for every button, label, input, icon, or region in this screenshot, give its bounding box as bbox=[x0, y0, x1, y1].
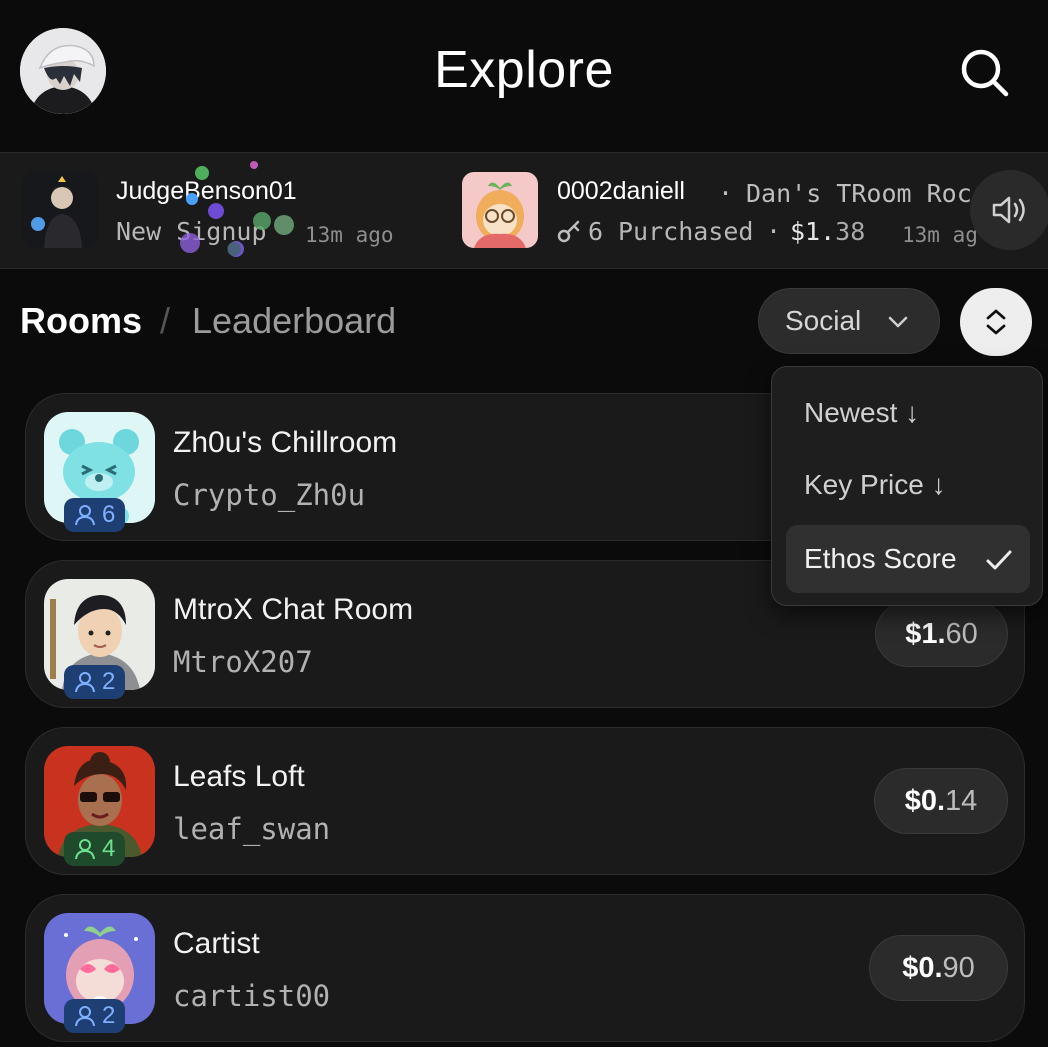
room-owner: leaf_swan bbox=[173, 812, 331, 846]
ticker-time: 13m ag bbox=[902, 223, 978, 247]
ticker-price-cents: 38 bbox=[835, 217, 866, 246]
sort-option-newest[interactable]: Newest ↓ bbox=[786, 379, 1030, 447]
sound-toggle-button[interactable] bbox=[970, 170, 1048, 250]
price-cents: 14 bbox=[945, 784, 978, 817]
member-count: 6 bbox=[102, 501, 116, 528]
key-icon bbox=[557, 220, 580, 243]
member-count-badge: 2 bbox=[64, 665, 126, 699]
member-count: 2 bbox=[102, 668, 116, 695]
breadcrumb-separator: / bbox=[160, 300, 171, 341]
category-filter-label: Social bbox=[785, 305, 862, 336]
room-card[interactable]: 4 Leafs Loft leaf_swan $0. 14 bbox=[25, 727, 1025, 875]
key-price-button[interactable]: $0. 14 bbox=[874, 768, 1008, 834]
ticker-avatar-image bbox=[462, 172, 538, 248]
room-title: Leafs Loft bbox=[173, 760, 305, 793]
person-icon bbox=[75, 672, 95, 693]
sort-icon bbox=[986, 309, 1006, 335]
key-price-button[interactable]: $1. 60 bbox=[875, 601, 1008, 667]
price-dollar: $0. bbox=[902, 951, 943, 984]
person-icon bbox=[75, 839, 95, 860]
top-bar: Explore bbox=[0, 0, 1048, 152]
search-icon bbox=[961, 49, 1009, 97]
price-dollar: $1. bbox=[905, 617, 946, 650]
ticker-key-count: 6 bbox=[588, 217, 604, 246]
person-icon bbox=[75, 505, 95, 526]
member-count-badge: 6 bbox=[64, 498, 126, 532]
speaker-icon bbox=[992, 196, 1025, 224]
activity-ticker: JudgeBenson01 New Signup 13m ago 0002dan… bbox=[0, 152, 1048, 269]
member-count-badge: 4 bbox=[64, 832, 126, 866]
room-owner: Crypto_Zh0u bbox=[173, 478, 366, 512]
ticker-time: 13m ago bbox=[305, 223, 394, 247]
sort-button[interactable] bbox=[960, 288, 1032, 356]
member-count: 4 bbox=[102, 835, 116, 862]
ticker-action: Purchased bbox=[618, 217, 754, 246]
tab-rooms[interactable]: Rooms bbox=[20, 300, 142, 342]
ticker-username[interactable]: 0002daniell bbox=[557, 177, 685, 206]
sort-option-key-price[interactable]: Key Price ↓ bbox=[786, 451, 1030, 519]
ticker-avatar[interactable] bbox=[22, 172, 98, 248]
ticker-price-dollar: $1. bbox=[790, 217, 836, 246]
chevron-down-icon bbox=[888, 316, 908, 328]
sort-option-label: Key Price ↓ bbox=[804, 469, 946, 500]
ticker-avatar[interactable] bbox=[462, 172, 538, 248]
search-button[interactable] bbox=[956, 44, 1014, 102]
room-owner: MtroX207 bbox=[173, 645, 313, 679]
member-count-badge: 2 bbox=[64, 999, 126, 1033]
room-title: MtroX Chat Room bbox=[173, 593, 414, 626]
sort-option-ethos-score[interactable]: Ethos Score bbox=[786, 525, 1030, 593]
confetti-decoration bbox=[180, 161, 294, 257]
price-cents: 60 bbox=[945, 617, 978, 650]
check-icon bbox=[986, 550, 1012, 570]
sort-option-label: Newest ↓ bbox=[804, 397, 920, 428]
category-filter-dropdown[interactable]: Social bbox=[758, 288, 940, 354]
room-title: Cartist bbox=[173, 927, 260, 960]
room-owner: cartist00 bbox=[173, 979, 331, 1013]
ticker-separator-dot: · bbox=[766, 217, 782, 246]
member-count: 2 bbox=[102, 1002, 116, 1029]
sort-option-label: Ethos Score bbox=[804, 543, 957, 574]
price-dollar: $0. bbox=[904, 784, 946, 817]
person-icon bbox=[75, 1006, 95, 1027]
ticker-avatar-image bbox=[22, 172, 98, 248]
ticker-room-name[interactable]: Dan's TRoom Roc bbox=[746, 179, 972, 208]
price-cents: 90 bbox=[942, 951, 975, 984]
room-title: Zh0u's Chillroom bbox=[173, 426, 398, 459]
key-price-button[interactable]: $0. 90 bbox=[869, 935, 1008, 1001]
room-card[interactable]: 2 Cartist cartist00 $0. 90 bbox=[25, 894, 1025, 1042]
sort-menu: Newest ↓ Key Price ↓ Ethos Score bbox=[771, 366, 1043, 606]
page-title: Explore bbox=[434, 41, 614, 99]
ticker-separator-dot: · bbox=[718, 179, 734, 208]
ticker-price: $1.38 bbox=[790, 217, 865, 246]
tab-leaderboard[interactable]: Leaderboard bbox=[192, 300, 396, 342]
